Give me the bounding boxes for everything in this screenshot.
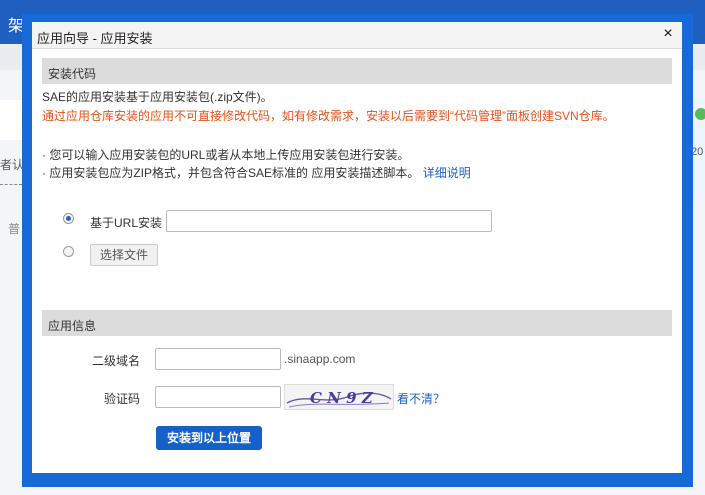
captcha-label: 验证码	[103, 392, 140, 406]
install-intro-text: SAE的应用安装基于应用安装包(.zip文件)。	[42, 90, 273, 104]
url-input[interactable]	[166, 210, 492, 232]
url-install-radio[interactable]	[63, 213, 74, 224]
install-bullet-zip: · 应用安装包应为ZIP格式，并包含符合SAE标准的 应用安装描述脚本。 详细说…	[42, 164, 471, 181]
app-info-section-header: 应用信息	[42, 310, 672, 336]
dialog-header: 应用向导 - 应用安装 ×	[32, 22, 682, 49]
subdomain-input[interactable]	[155, 348, 281, 370]
subdomain-label: 二级域名	[92, 354, 141, 368]
add-icon	[695, 108, 705, 120]
close-icon[interactable]: ×	[660, 25, 676, 43]
background-tab: 普	[8, 222, 21, 236]
app-info-section-title: 应用信息	[48, 319, 97, 333]
choose-file-button[interactable]: 选择文件	[90, 244, 158, 266]
install-submit-button[interactable]: 安装到以上位置	[156, 426, 262, 450]
install-bullet-url: · 您可以输入应用安装包的URL或者从本地上传应用安装包进行安装。	[42, 148, 410, 162]
background-divider	[0, 184, 22, 185]
install-bullet-zip-text: · 应用安装包应为ZIP格式，并包含符合SAE标准的 应用安装描述脚本。	[42, 166, 420, 180]
file-install-radio[interactable]	[63, 246, 74, 257]
refresh-captcha-link[interactable]: 看不清？	[397, 390, 445, 407]
url-install-label: 基于URL安装	[90, 216, 163, 230]
install-code-section-title: 安装代码	[48, 67, 97, 81]
captcha-input[interactable]	[155, 386, 281, 408]
details-link[interactable]: 详细说明	[423, 166, 471, 180]
captcha-image[interactable]: C N 9 Z	[284, 384, 394, 410]
dialog-title: 应用向导 - 应用安装	[37, 31, 153, 46]
install-wizard-dialog: 应用向导 - 应用安装 × 安装代码 SAE的应用安装基于应用安装包(.zip文…	[32, 22, 682, 473]
install-code-section-header: 安装代码	[42, 58, 672, 84]
captcha-text: C N 9 Z	[310, 389, 374, 407]
install-warning-text: 通过应用仓库安装的应用不可直接修改代码，如有修改需求，安装以后需要到“代码管理”…	[42, 109, 615, 123]
subdomain-suffix: .sinaapp.com	[284, 352, 356, 366]
